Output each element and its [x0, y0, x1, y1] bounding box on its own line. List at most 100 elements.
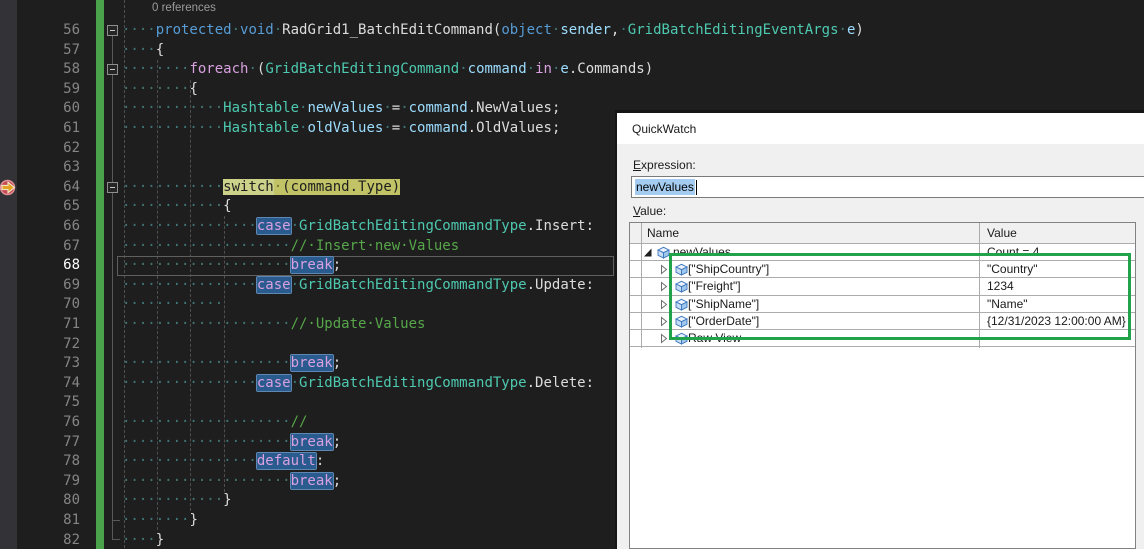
- code-text: ····················//·Insert·new·Values: [122, 237, 459, 257]
- token: ················: [122, 453, 257, 469]
- line-number: 76: [20, 413, 80, 433]
- line-number: 60: [20, 99, 80, 119]
- token: ············: [122, 120, 223, 136]
- code-line-57[interactable]: 57····{: [0, 41, 1144, 61]
- token: ): [645, 61, 653, 77]
- token: newValues: [307, 100, 383, 116]
- token: Hashtable: [223, 100, 299, 116]
- line-number: 68: [20, 256, 80, 276]
- token: ·: [400, 120, 408, 136]
- expander-open-icon[interactable]: [643, 247, 653, 258]
- token: ·: [400, 100, 408, 116]
- token: ····: [122, 22, 156, 38]
- line-number: 65: [20, 197, 80, 217]
- value-label: Value:: [633, 204, 666, 218]
- token: .: [468, 120, 476, 136]
- expression-label: Expression:: [633, 158, 696, 172]
- token: ;: [333, 473, 341, 489]
- code-text: ····protected·void·RadGrid1_BatchEditCom…: [122, 21, 864, 41]
- token: protected: [156, 22, 232, 38]
- token: GridBatchEditingCommand: [265, 61, 459, 77]
- line-number: 66: [20, 217, 80, 237]
- token: ············: [122, 492, 223, 508]
- code-line-59[interactable]: 59········{: [0, 80, 1144, 100]
- token: ····: [122, 42, 156, 58]
- token: =: [392, 120, 400, 136]
- token: ············: [122, 179, 223, 195]
- code-text: ········foreach·(GridBatchEditingCommand…: [122, 60, 653, 80]
- token: ;: [333, 257, 341, 273]
- code-line-58[interactable]: 58········foreach·(GridBatchEditingComma…: [0, 60, 1144, 80]
- token: ·: [619, 22, 627, 38]
- line-number: 69: [20, 276, 80, 296]
- token: case: [257, 375, 291, 391]
- line-number: 79: [20, 472, 80, 492]
- token: .: [468, 100, 476, 116]
- code-text: ············Hashtable·oldValues·=·comman…: [122, 119, 560, 139]
- line-number: 77: [20, 433, 80, 453]
- expander-collapsed-icon[interactable]: [659, 281, 669, 292]
- code-text: ····················break;: [122, 354, 341, 374]
- expander-collapsed-icon[interactable]: [659, 316, 669, 327]
- expander-collapsed-icon[interactable]: [659, 299, 669, 310]
- line-number: 62: [20, 139, 80, 159]
- expander-collapsed-icon[interactable]: [659, 264, 669, 275]
- token: ····················: [122, 414, 291, 430]
- watch-value-table[interactable]: Name Value newValuesCount = 4["ShipCount…: [629, 222, 1136, 549]
- token: {: [223, 198, 231, 214]
- column-header-name[interactable]: Name: [647, 226, 679, 240]
- token: ············: [122, 296, 223, 312]
- line-number: 64: [20, 178, 80, 198]
- token: }: [223, 492, 231, 508]
- token: switch: [223, 179, 274, 195]
- token: Hashtable: [223, 120, 299, 136]
- fold-collapse-icon[interactable]: [107, 182, 118, 193]
- fold-collapse-icon[interactable]: [107, 64, 118, 75]
- code-text: ················default:: [122, 452, 324, 472]
- token: command: [409, 120, 468, 136]
- line-number: 82: [20, 531, 80, 549]
- token: ················: [122, 218, 257, 234]
- column-header-value[interactable]: Value: [987, 226, 1017, 240]
- token: .: [569, 61, 577, 77]
- line-number: 67: [20, 237, 80, 257]
- token: ····················: [122, 355, 291, 371]
- token: Update: [535, 277, 586, 293]
- token: break: [291, 257, 333, 273]
- line-number: 61: [20, 119, 80, 139]
- annotation-box: [669, 253, 1131, 340]
- token: ·: [459, 61, 467, 77]
- token: sender: [560, 22, 611, 38]
- line-number: 80: [20, 491, 80, 511]
- token: {: [156, 42, 164, 58]
- token: ·: [839, 22, 847, 38]
- token: break: [291, 434, 333, 450]
- token: ········: [122, 512, 189, 528]
- code-text: ············Hashtable·newValues·=·comman…: [122, 99, 560, 119]
- token: e: [560, 61, 568, 77]
- expander-collapsed-icon[interactable]: [659, 333, 669, 344]
- code-text: ················case·GridBatchEditingCom…: [122, 217, 594, 237]
- line-number: 72: [20, 335, 80, 355]
- breakpoint-current-statement-icon[interactable]: [0, 179, 17, 196]
- token: .: [527, 375, 535, 391]
- line-number: 63: [20, 158, 80, 178]
- line-number: 73: [20, 354, 80, 374]
- token: GridBatchEditingEventArgs: [628, 22, 839, 38]
- screen: 0 references 56····protected·void·RadGri…: [0, 0, 1144, 549]
- token: ················: [122, 277, 257, 293]
- code-line-56[interactable]: 56····protected·void·RadGrid1_BatchEditC…: [0, 21, 1144, 41]
- code-text: ····················break;: [122, 256, 341, 276]
- code-text: ····}: [122, 531, 164, 549]
- code-text: ····················//: [122, 413, 307, 433]
- token: break: [291, 355, 333, 371]
- expression-input[interactable]: newValues: [631, 176, 1144, 198]
- token: {: [189, 81, 197, 97]
- token: ····: [122, 532, 156, 548]
- code-text: ····················break;: [122, 433, 341, 453]
- token: ·: [248, 61, 256, 77]
- fold-collapse-icon[interactable]: [107, 25, 118, 36]
- token: case: [257, 218, 291, 234]
- quickwatch-titlebar: QuickWatch: [617, 113, 1144, 144]
- text-caret: [696, 180, 697, 195]
